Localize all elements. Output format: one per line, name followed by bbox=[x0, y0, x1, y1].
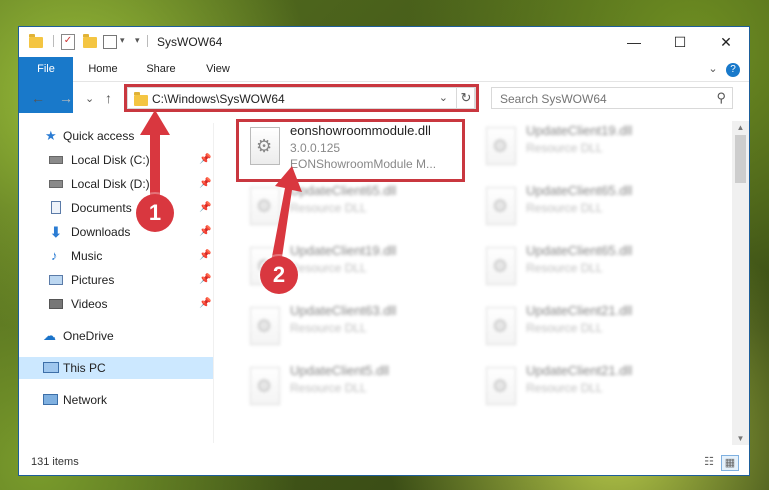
callout-arrows bbox=[140, 110, 302, 264]
arrow-one bbox=[140, 110, 170, 196]
arrow-two bbox=[271, 166, 302, 264]
callout-badge-1: 1 bbox=[136, 194, 174, 232]
callout-badge-2: 2 bbox=[260, 256, 298, 294]
